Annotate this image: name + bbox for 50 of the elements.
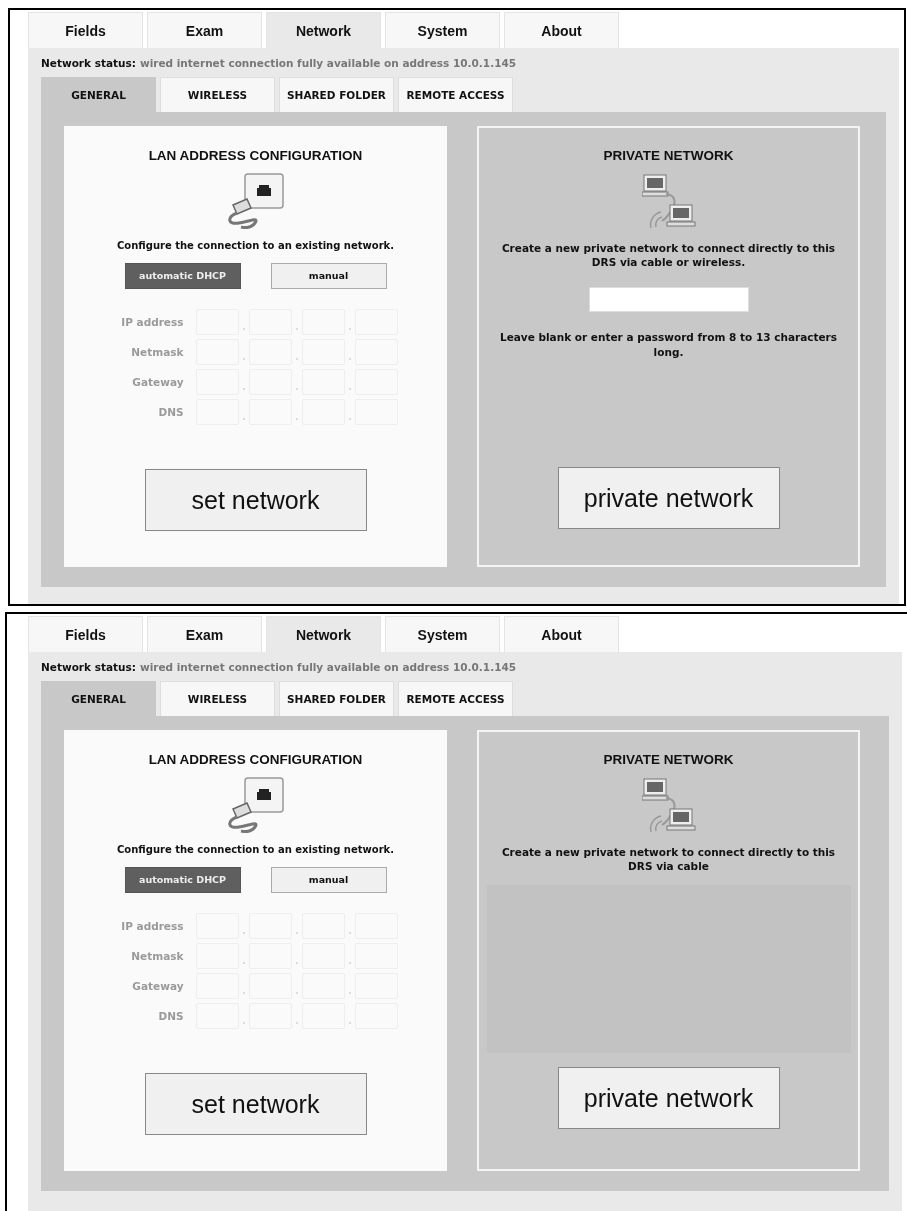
status-label: Network status:	[41, 661, 136, 673]
mode-button[interactable]: automatic DHCP	[124, 866, 241, 893]
password-field[interactable]	[588, 287, 749, 313]
panel-title: LAN ADDRESS CONFIGURATION	[148, 752, 363, 767]
status-text: wired internet connection fully available on address 10.0.1.145	[139, 661, 517, 673]
tab[interactable]: About	[504, 12, 619, 48]
subtab[interactable]: GENERAL	[41, 681, 156, 716]
tab[interactable]: Fields	[28, 616, 143, 652]
tab[interactable]: Exam	[147, 616, 262, 652]
set-network-button[interactable]: set network	[144, 1073, 367, 1135]
set-network-button[interactable]: set network	[144, 469, 367, 531]
field-label: Gateway	[131, 979, 185, 992]
field-label: IP address	[120, 315, 185, 328]
tab[interactable]: System	[385, 616, 500, 652]
subtab[interactable]: WIRELESS	[160, 681, 275, 716]
subtab[interactable]: WIRELESS	[160, 77, 275, 112]
panel-title: PRIVATE NETWORK	[603, 148, 734, 163]
two-laptops-icon	[641, 777, 696, 835]
field-label: DNS	[157, 1009, 185, 1022]
two-laptops-icon	[641, 173, 696, 231]
status-text: wired internet connection fully available on address 10.0.1.145	[139, 57, 517, 69]
mode-button[interactable]: manual	[270, 866, 387, 893]
tab[interactable]: System	[385, 12, 500, 48]
private-network-button[interactable]: private network	[557, 1067, 780, 1130]
tab[interactable]: About	[504, 616, 619, 652]
panel-title: LAN ADDRESS CONFIGURATION	[148, 148, 363, 163]
mode-button[interactable]: automatic DHCP	[124, 262, 241, 289]
private-network-button[interactable]: private network	[557, 467, 780, 529]
field-label: Netmask	[130, 949, 185, 962]
hint-text: Leave blank or enter a password from 8 to 13 characters long.	[498, 330, 839, 359]
mode-button[interactable]: manual	[270, 262, 387, 289]
tab[interactable]: Exam	[147, 12, 262, 48]
description-text: Configure the connection to an existing network.	[117, 239, 394, 253]
description-text: Configure the connection to an existing network.	[117, 843, 394, 857]
field-label: DNS	[157, 405, 185, 418]
tab[interactable]: Fields	[28, 12, 143, 48]
subtab[interactable]: GENERAL	[41, 77, 156, 112]
field-label: Netmask	[130, 345, 185, 358]
subtab[interactable]: REMOTE ACCESS	[398, 77, 513, 112]
tab[interactable]: Network	[266, 616, 381, 652]
status-label: Network status:	[41, 57, 136, 69]
description-text: Create a new private network to connect directly to this DRS via cable or wireless.	[500, 241, 837, 270]
field-label: Gateway	[131, 375, 185, 388]
tab[interactable]: Network	[266, 12, 381, 48]
subtab[interactable]: SHARED FOLDER	[279, 77, 394, 112]
subtab[interactable]: REMOTE ACCESS	[398, 681, 513, 716]
field-label: IP address	[120, 919, 185, 932]
description-text: Create a new private network to connect directly to this DRS via cable	[500, 845, 837, 874]
panel-title: PRIVATE NETWORK	[603, 752, 734, 767]
subtab[interactable]: SHARED FOLDER	[279, 681, 394, 716]
